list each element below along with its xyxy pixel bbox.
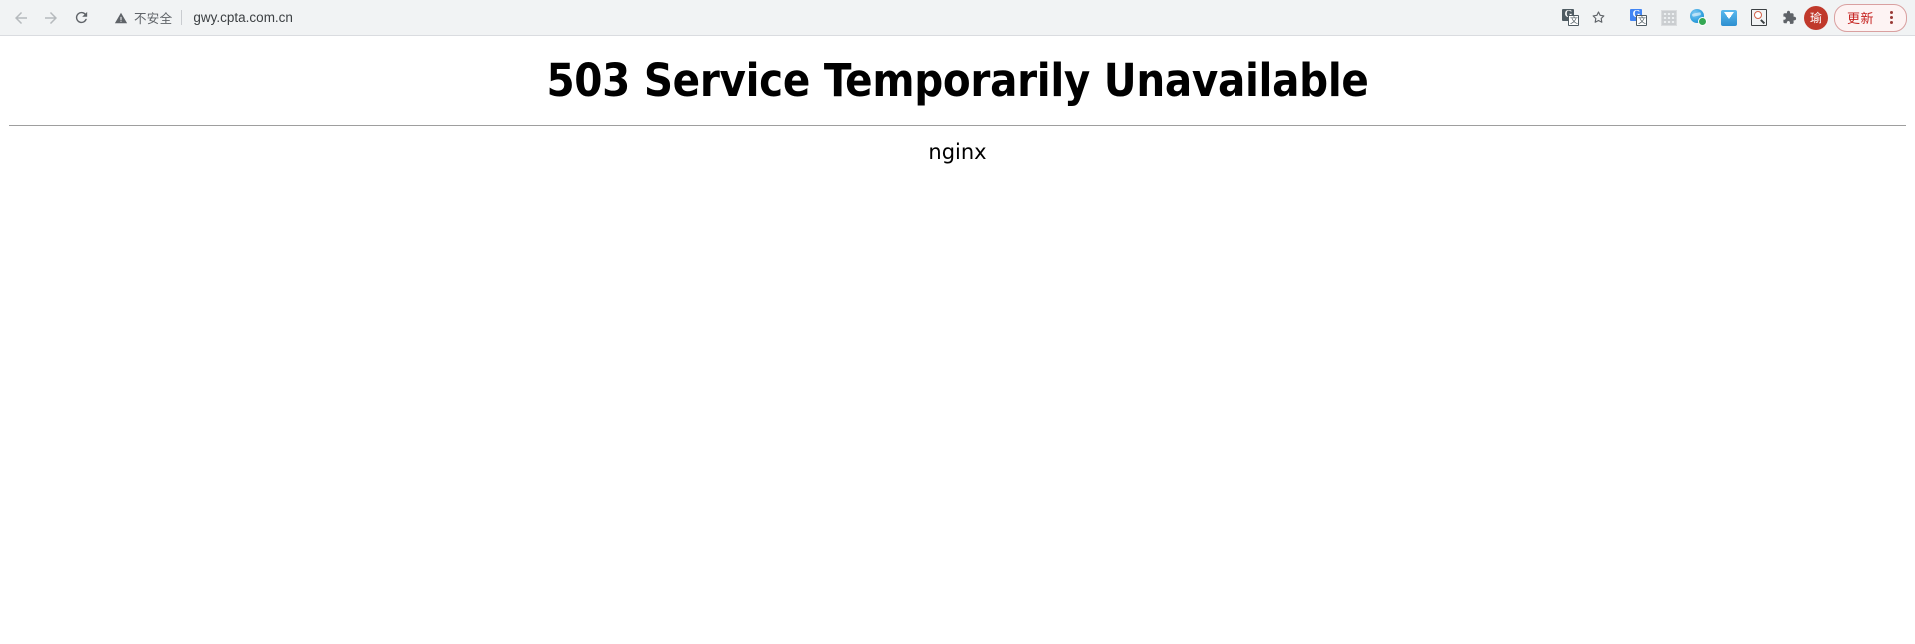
site-security-indicator[interactable]: 不安全 bbox=[114, 8, 172, 27]
puzzle-piece-icon bbox=[1783, 10, 1797, 24]
profile-avatar[interactable]: 瑜 bbox=[1803, 5, 1828, 30]
bookmark-star-icon bbox=[1593, 11, 1605, 23]
back-arrow-icon bbox=[15, 11, 27, 24]
page-content: 503 Service Temporarily Unavailable ngin… bbox=[0, 36, 1915, 643]
extensions-button[interactable] bbox=[1774, 3, 1804, 33]
qr-code-extension-button[interactable] bbox=[1654, 3, 1684, 33]
omnibox-divider bbox=[181, 10, 183, 25]
search-document-extension-button[interactable] bbox=[1744, 3, 1774, 33]
update-button[interactable]: 更新 bbox=[1833, 3, 1907, 32]
search-document-icon bbox=[1750, 9, 1767, 26]
globe-recycle-extension-icon bbox=[1690, 9, 1708, 26]
chrome-menu-icon[interactable] bbox=[1880, 7, 1902, 29]
menu-dot bbox=[1889, 21, 1893, 24]
translate-page-button[interactable]: G 文 bbox=[1558, 5, 1584, 31]
translate-page-icon: G 文 bbox=[1562, 9, 1580, 26]
page-title: 503 Service Temporarily Unavailable bbox=[546, 54, 1369, 107]
warning-triangle-icon bbox=[114, 12, 128, 23]
qr-code-extension-icon bbox=[1660, 9, 1677, 26]
security-status-text: 不安全 bbox=[134, 12, 173, 26]
reload-button[interactable] bbox=[66, 3, 96, 33]
google-translate-extension-icon: G 文 bbox=[1630, 9, 1648, 26]
bookmark-star-button[interactable] bbox=[1586, 5, 1612, 31]
menu-dot bbox=[1889, 11, 1893, 14]
globe-recycle-extension-button[interactable] bbox=[1684, 3, 1714, 33]
reload-icon bbox=[75, 11, 87, 24]
server-signature: nginx bbox=[928, 140, 987, 165]
url-input[interactable] bbox=[191, 9, 1552, 26]
toolbar-right-actions: G 文 瑜 更新 bbox=[1624, 3, 1907, 33]
google-translate-extension-button[interactable]: G 文 bbox=[1624, 3, 1654, 33]
download-arrow-icon bbox=[1720, 9, 1737, 26]
forward-button[interactable] bbox=[36, 3, 66, 33]
download-manager-extension-button[interactable] bbox=[1714, 3, 1744, 33]
omnibox-actions: G 文 bbox=[1558, 5, 1612, 31]
back-button[interactable] bbox=[6, 3, 36, 33]
menu-dot bbox=[1889, 16, 1893, 19]
forward-arrow-icon bbox=[45, 11, 57, 24]
update-button-label: 更新 bbox=[1846, 12, 1874, 27]
address-bar[interactable]: 不安全 G 文 bbox=[104, 3, 1616, 32]
browser-toolbar: 不安全 G 文 G 文 bbox=[0, 0, 1915, 36]
